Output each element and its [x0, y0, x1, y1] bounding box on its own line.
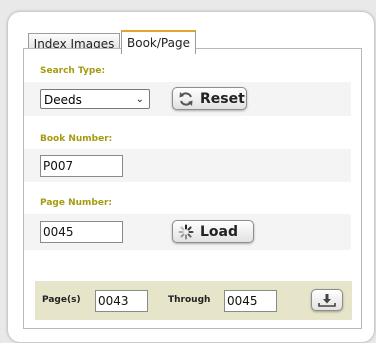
page-from-input[interactable]: 0043	[95, 290, 148, 312]
pages-label: Page(s)	[42, 295, 81, 305]
book-number-input[interactable]: P007	[40, 155, 123, 177]
page-to-input[interactable]: 0045	[224, 290, 277, 312]
chevron-down-icon: ⌄	[135, 94, 144, 105]
refresh-icon	[179, 92, 193, 106]
spinner-icon	[178, 224, 194, 240]
search-type-value: Deeds	[44, 93, 82, 107]
reset-button[interactable]: Reset	[172, 87, 247, 110]
book-number-label: Book Number:	[40, 134, 113, 144]
load-button-label: Load	[200, 224, 239, 240]
load-button[interactable]: Load	[172, 220, 254, 243]
download-icon	[318, 294, 336, 307]
search-type-label: Search Type:	[40, 66, 106, 76]
through-label: Through	[168, 295, 211, 305]
reset-button-label: Reset	[200, 91, 245, 107]
search-type-select[interactable]: Deeds ⌄	[40, 89, 150, 109]
page-number-label: Page Number:	[40, 198, 113, 208]
download-button[interactable]	[311, 289, 343, 311]
tab-book-page[interactable]: Book/Page	[121, 30, 196, 54]
page-number-input[interactable]: 0045	[40, 221, 123, 243]
